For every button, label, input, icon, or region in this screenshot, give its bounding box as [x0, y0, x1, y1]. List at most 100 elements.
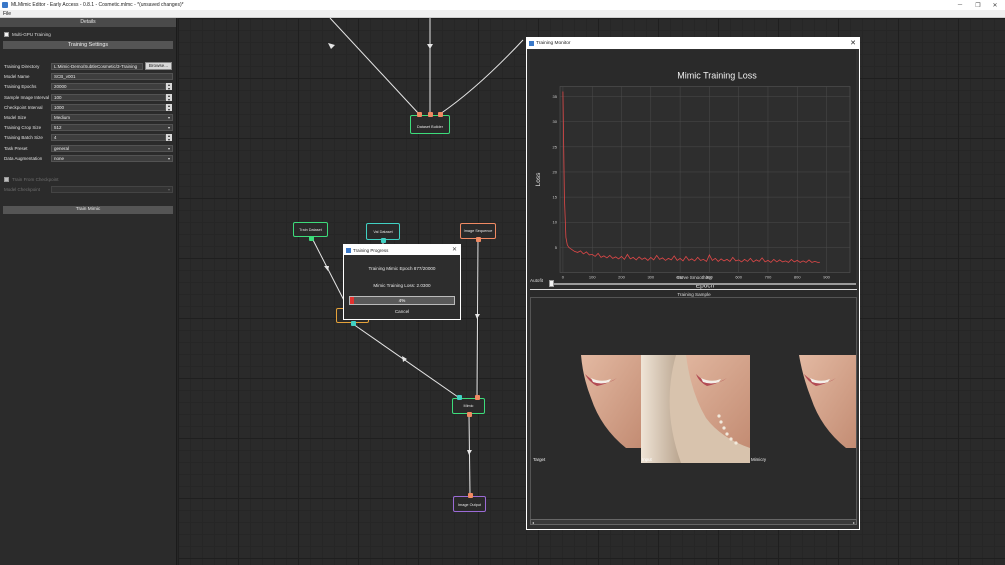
dialog-titlebar: Training Progress ✕: [344, 245, 460, 255]
y-tick-label: 25: [553, 144, 558, 149]
input-port[interactable]: [468, 493, 473, 498]
multi-gpu-row[interactable]: Multi-GPU Training: [4, 32, 51, 37]
progress-percent: 4%: [398, 298, 406, 303]
minimize-button[interactable]: ─: [950, 0, 970, 10]
training-batch-size-input[interactable]: 4: [51, 134, 166, 141]
details-header: Details: [0, 18, 176, 27]
field-label-model-checkpoint: Model Checkpoint: [4, 187, 41, 192]
sample-images: [581, 355, 856, 463]
model-name-input[interactable]: SCB_v001: [51, 73, 173, 80]
y-tick-label: 10: [553, 220, 558, 225]
close-icon[interactable]: ✕: [452, 246, 457, 253]
training-settings-header[interactable]: Training Settings: [3, 41, 173, 49]
node-label: Train Dataset: [299, 228, 322, 232]
mimicry-image: [799, 355, 856, 448]
wire-top-left: [329, 18, 420, 115]
input-port[interactable]: [438, 112, 443, 117]
training-monitor-window: Training Monitor ✕ 5 10 15 20 25 30 35 0 100 200 3…: [526, 37, 860, 530]
app-icon: [2, 2, 8, 8]
field-label-checkpoint-interval: Checkpoint Interval: [4, 105, 43, 110]
cancel-button[interactable]: Cancel: [344, 309, 460, 314]
node-train-dataset[interactable]: Train Dataset: [293, 222, 328, 241]
menu-bar: File: [0, 10, 1005, 18]
training-crop-size-select[interactable]: 512 ▾: [51, 124, 173, 131]
checkpoint-interval-input[interactable]: 1000: [51, 104, 166, 111]
input-label: Input: [642, 457, 652, 462]
scroll-left-icon[interactable]: ◂: [532, 520, 534, 525]
chevron-down-icon: ▾: [167, 115, 170, 120]
output-port[interactable]: [309, 236, 314, 241]
input-port[interactable]: [457, 395, 462, 400]
field-label-training-batch-size: Training Batch Size: [4, 135, 43, 140]
field-label-training-crop-size: Training Crop Size: [4, 125, 42, 130]
close-window-button[interactable]: ✕: [985, 0, 1005, 10]
plot-area: [559, 86, 851, 273]
divider: [530, 289, 857, 290]
sample-image-interval-input[interactable]: 100: [51, 94, 166, 101]
curve-smoothing-handle[interactable]: [549, 280, 554, 287]
model-size-select[interactable]: Medium ▾: [51, 114, 173, 121]
training-progress-dialog: Training Progress ✕ Training Mimic Epoch…: [343, 244, 461, 320]
curve-smoothing-slider[interactable]: [549, 283, 856, 285]
progress-bar: 4%: [349, 296, 455, 305]
training-epochs-input[interactable]: 20000: [51, 83, 166, 90]
dialog-title: Training Progress: [353, 247, 389, 253]
input-port[interactable]: [417, 112, 422, 117]
model-checkpoint-select[interactable]: ▾: [51, 186, 173, 193]
node-image-sequence[interactable]: Image Sequence: [460, 223, 496, 242]
checkpoint-interval-stepper[interactable]: ▴ ▾: [166, 104, 172, 111]
task-preset-value: general: [54, 146, 70, 151]
loss-chart: 51015202530350 100 200 300 400 500 600 700 800 90…: [530, 50, 856, 313]
monitor-title: Training Monitor: [536, 41, 571, 46]
node-image-output[interactable]: Image Output: [453, 493, 486, 512]
train-from-checkpoint-row[interactable]: Train From Checkpoint: [4, 177, 59, 182]
window-title: MLMimic Editor - Early Access - 0.8.1 - …: [11, 2, 184, 8]
scroll-right-icon[interactable]: ▸: [853, 520, 855, 525]
train-mimic-button[interactable]: Train Mimic: [3, 206, 173, 214]
node-val-dataset[interactable]: Val Dataset: [366, 223, 400, 243]
input-port[interactable]: [475, 395, 480, 400]
input-port[interactable]: [428, 112, 433, 117]
target-image: [581, 355, 641, 448]
training-epochs-stepper[interactable]: ▴ ▾: [166, 83, 172, 90]
close-icon[interactable]: ✕: [850, 39, 856, 47]
output-port[interactable]: [381, 238, 386, 243]
browse-button[interactable]: Browse...: [145, 62, 172, 70]
epoch-status: Training Mimic Epoch 877/20000: [368, 266, 436, 271]
node-label: Image Output: [457, 503, 481, 507]
training-directory-input[interactable]: L:Mimic-Demo/SubtleCosmetic/3-Training: [51, 63, 143, 70]
field-label-training-directory: Training Directory: [4, 64, 40, 69]
loss-status: Mimic Training Loss: 2.0300: [373, 283, 431, 288]
train-from-checkpoint-label: Train From Checkpoint: [12, 177, 59, 182]
output-port[interactable]: [351, 321, 356, 326]
input-image: [641, 355, 750, 463]
y-axis-label: Loss: [535, 172, 542, 186]
wire-mimic-to-output: [468, 414, 471, 496]
output-port[interactable]: [476, 237, 481, 242]
node-label: Mimic: [463, 404, 474, 408]
title-bar: MLMimic Editor - Early Access - 0.8.1 - …: [0, 0, 1005, 10]
monitor-titlebar: Training Monitor ✕: [527, 38, 859, 49]
node-mimic[interactable]: Mimic: [452, 395, 485, 417]
y-tick-label: 30: [553, 119, 558, 124]
field-label-model-size: Model Size: [4, 115, 27, 120]
train-from-checkpoint-checkbox[interactable]: [4, 177, 9, 182]
task-preset-select[interactable]: general ▾: [51, 145, 173, 152]
output-port[interactable]: [467, 412, 472, 417]
app-icon: [529, 41, 534, 46]
node-dataset-builder[interactable]: Dataset Builder: [410, 112, 450, 134]
horizontal-scrollbar[interactable]: ◂ ▸: [530, 519, 857, 525]
wire-split-to-mimic: [352, 323, 459, 398]
app-icon: [346, 247, 351, 253]
sample-image-interval-stepper[interactable]: ▴ ▾: [166, 94, 172, 101]
field-label-training-epochs: Training Epochs: [4, 84, 37, 89]
multi-gpu-checkbox[interactable]: [4, 32, 9, 37]
training-batch-size-stepper[interactable]: ▴ ▾: [166, 134, 172, 141]
chevron-down-icon: ▾: [167, 187, 170, 192]
chevron-down-icon: ▾: [167, 156, 170, 161]
wire-arrow-2: [427, 44, 433, 49]
wire-arrow-1: [328, 43, 335, 49]
data-augmentation-select[interactable]: none ▾: [51, 155, 173, 162]
menu-file[interactable]: File: [3, 11, 11, 17]
field-label-task-preset: Task Preset: [4, 146, 28, 151]
